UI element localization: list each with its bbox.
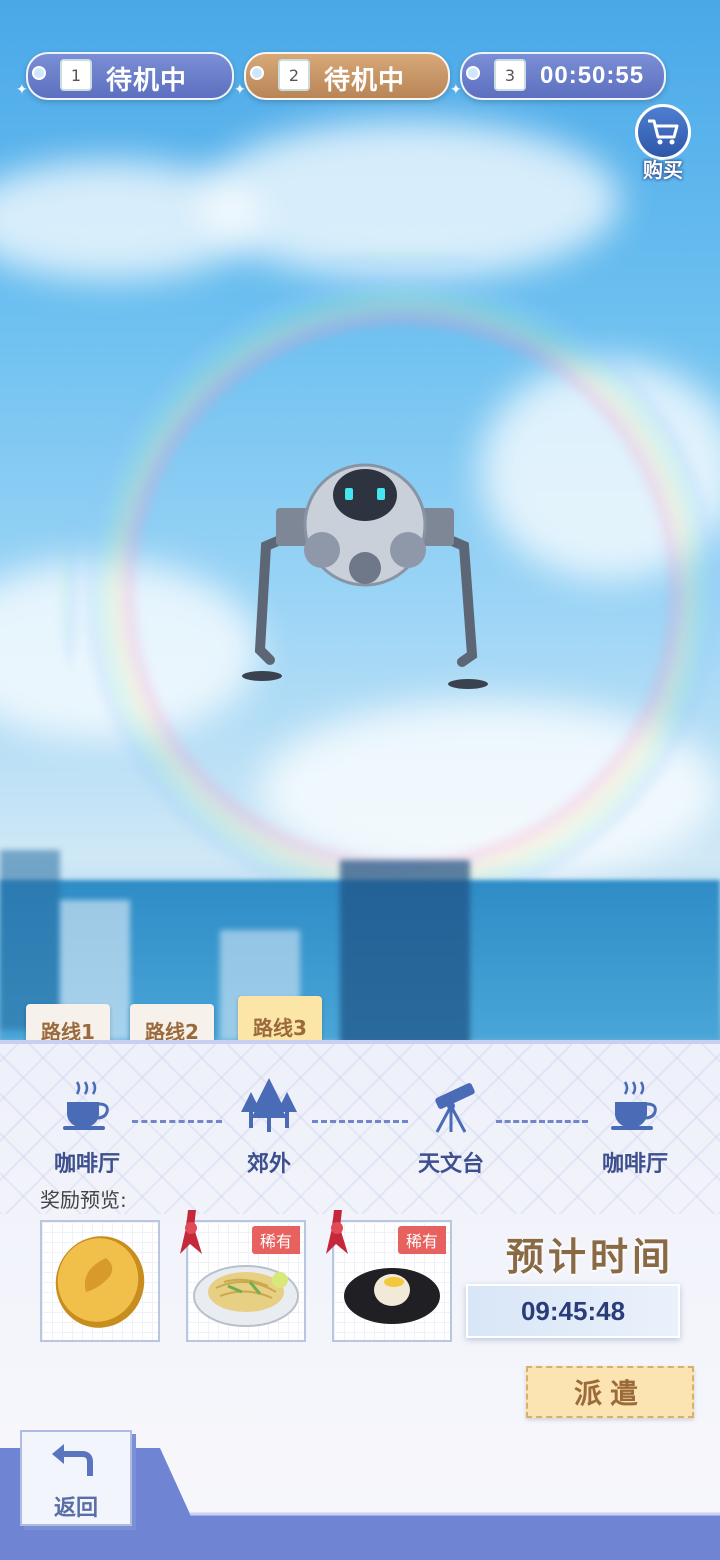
stop-label: 天文台 (417, 1152, 484, 1177)
route-stop-3: 天文台 (396, 1078, 506, 1178)
buy-button[interactable]: 购买 (632, 104, 694, 186)
ribbon-icon (318, 1208, 356, 1258)
slot-1[interactable]: ✦ 1 待机中 (16, 52, 234, 100)
stop-label: 咖啡厅 (601, 1152, 668, 1177)
back-label: 返回 (53, 1496, 98, 1521)
reward-card-noodles[interactable]: 稀有 (180, 1210, 306, 1344)
slot-3[interactable]: ✦ 3 00:50:55 (450, 52, 666, 100)
cart-icon (635, 104, 691, 160)
reward-card-rice[interactable]: 稀有 (326, 1210, 452, 1344)
gold-coin-icon (42, 1236, 158, 1344)
buy-label: 购买 (643, 158, 683, 182)
route-stop-1: 咖啡厅 (32, 1078, 142, 1178)
slot-2[interactable]: ✦ 2 待机中 (234, 52, 450, 100)
pin-icon (466, 66, 480, 80)
reward-card-coin[interactable] (40, 1220, 160, 1342)
route-connector (132, 1120, 222, 1125)
tab-label: 路线3 (253, 1015, 307, 1040)
sparkle-icon: ✦ (450, 82, 462, 98)
slot-number: 3 (494, 59, 526, 91)
rare-badge: 稀有 (251, 1226, 300, 1254)
slot-status: 待机中 (324, 66, 406, 96)
stop-label: 咖啡厅 (53, 1152, 120, 1177)
pin-icon (32, 66, 46, 80)
coffee-cup-icon (607, 1081, 663, 1138)
eta-title: 预计时间 (506, 1235, 675, 1279)
slot-status: 待机中 (106, 66, 188, 96)
dispatch-button[interactable]: 派遣 (526, 1366, 694, 1418)
slot-timer: 00:50:55 (540, 62, 645, 89)
trees-icon (239, 1078, 299, 1138)
slot-number: 2 (278, 59, 310, 91)
eta-time: 09:45:48 (466, 1284, 680, 1338)
route-stop-4: 咖啡厅 (580, 1078, 690, 1178)
sparkle-icon: ✦ (234, 82, 246, 98)
noodle-dish-icon (188, 1265, 304, 1344)
robot-drone (240, 450, 490, 700)
ribbon-icon (172, 1208, 210, 1258)
sparkle-icon: ✦ (16, 82, 28, 98)
return-arrow-icon (46, 1444, 106, 1484)
rice-dish-icon (334, 1268, 450, 1344)
pin-icon (250, 66, 264, 80)
route-stop-2: 郊外 (214, 1076, 324, 1178)
coffee-cup-icon (59, 1081, 115, 1138)
route-connector (496, 1120, 588, 1125)
slot-number: 1 (60, 59, 92, 91)
rewards-title: 奖励预览: (40, 1188, 127, 1212)
back-button[interactable]: 返回 (20, 1430, 132, 1526)
rare-badge: 稀有 (397, 1226, 446, 1254)
route-connector (312, 1120, 408, 1125)
stop-label: 郊外 (246, 1152, 291, 1177)
telescope-icon (421, 1083, 481, 1138)
